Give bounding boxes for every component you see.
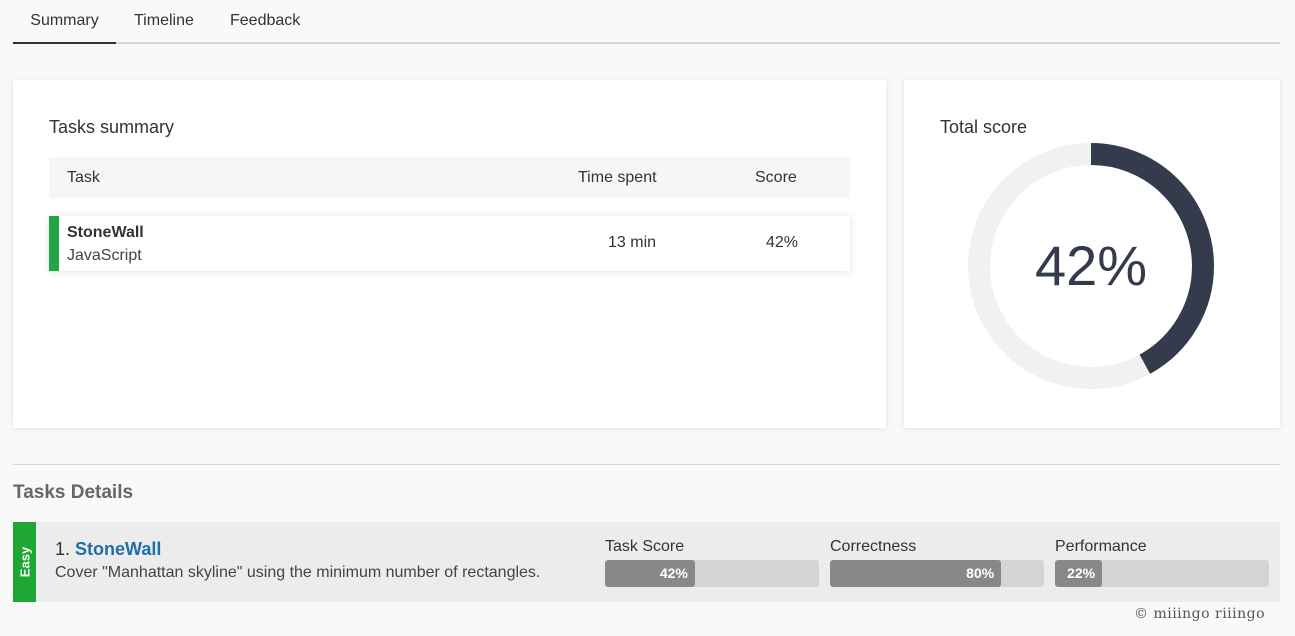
metric-label: Task Score [605, 538, 685, 555]
tasks-summary-title: Tasks summary [49, 117, 175, 137]
difficulty-label: Easy [17, 546, 32, 578]
metric-task-score: Task Score 42% [605, 538, 819, 587]
progress-bar: 42% [605, 560, 819, 587]
progress-fill: 22% [1055, 560, 1103, 587]
metric-label: Performance [1055, 538, 1147, 555]
total-score-value: 42% [1034, 234, 1148, 297]
tab-bar: Summary Timeline Feedback [13, 0, 1280, 44]
tasks-table-header: Task Time spent Score [49, 157, 850, 198]
tasks-summary-card: Tasks summary Task Time spent Score Ston… [13, 80, 886, 428]
task-number: 1. [55, 539, 71, 559]
tasks-details-title: Tasks Details [13, 482, 134, 503]
progress-fill: 80% [830, 560, 1002, 587]
difficulty-badge: Easy [13, 522, 36, 602]
tab-timeline[interactable]: Timeline [134, 0, 194, 44]
task-time-spent: 13 min [608, 234, 657, 251]
total-score-card: Total score 42% [904, 80, 1280, 428]
brand-logo: © miiingo riiingo [1134, 606, 1266, 622]
table-row[interactable]: StoneWall JavaScript 13 min 42% [49, 216, 850, 271]
total-score-title: Total score [940, 117, 1028, 137]
progress-bar: 80% [830, 560, 1044, 587]
progress-bar: 22% [1055, 560, 1269, 587]
column-header-time: Time spent [578, 169, 657, 186]
column-header-score: Score [755, 169, 797, 186]
tab-summary[interactable]: Summary [13, 0, 116, 44]
metric-performance: Performance 22% [1055, 538, 1269, 587]
task-description: Cover "Manhattan skyline" using the mini… [55, 564, 541, 581]
task-name: StoneWall [67, 224, 144, 241]
task-detail-row: Easy 1. StoneWall Cover "Manhattan skyli… [13, 522, 1280, 602]
task-detail-title: 1. StoneWall [55, 539, 161, 560]
column-header-task: Task [67, 169, 100, 186]
metric-correctness: Correctness 80% [830, 538, 1044, 587]
metric-label: Correctness [830, 538, 917, 555]
progress-fill: 42% [605, 560, 695, 587]
task-score: 42% [766, 234, 799, 251]
task-language: JavaScript [67, 247, 142, 264]
task-name-link[interactable]: StoneWall [75, 539, 161, 559]
tab-feedback[interactable]: Feedback [230, 0, 300, 44]
section-divider [13, 464, 1280, 465]
